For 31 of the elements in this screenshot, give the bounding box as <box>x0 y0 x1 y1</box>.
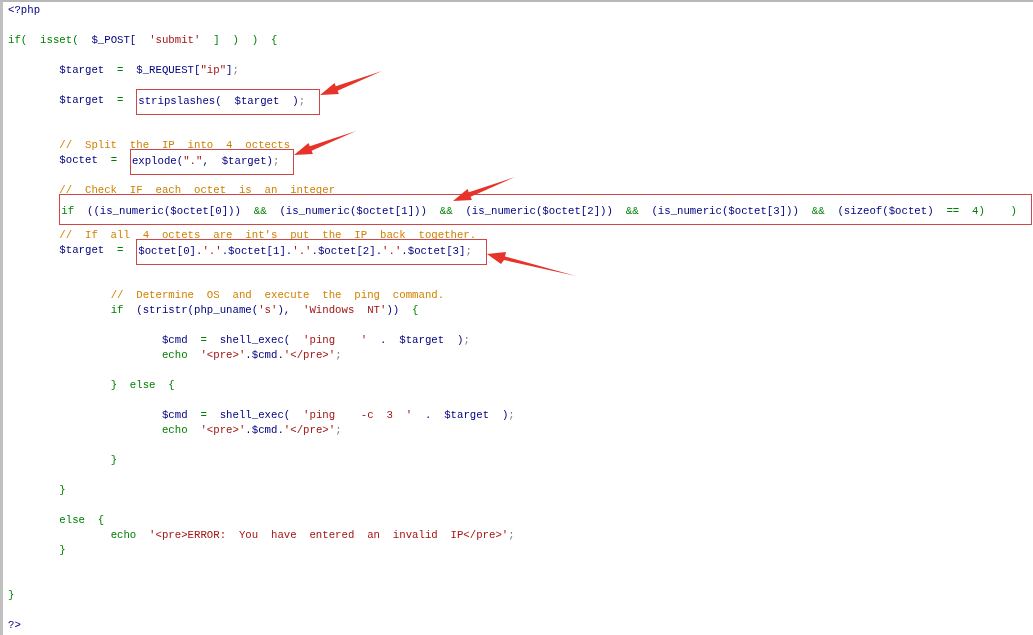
annotation-arrow <box>294 131 358 156</box>
code-text: (is_numeric($octet[2])) && (is_numeric($octet[3])) && (sizeof($octet) == 4) ) <box>465 205 1017 217</box>
code-line: echo '<pre>'.$cmd.'</pre>'; <box>161 348 342 363</box>
code-line: } else { <box>110 378 175 393</box>
code-line: } <box>110 453 118 468</box>
code-line: $cmd = shell_exec( 'ping -c 3 ' . $target ); <box>161 408 515 423</box>
code-line: <?php <box>8 3 41 18</box>
code-line: $cmd = shell_exec( 'ping ' . $target ); <box>161 333 470 348</box>
code-line: $target = $_REQUEST["ip"]; <box>59 63 239 78</box>
code-line: } <box>8 588 15 603</box>
code-line: } <box>59 543 66 558</box>
code-text: $target = <box>59 243 124 258</box>
code-line: else { <box>59 513 105 528</box>
annotation-arrow <box>320 71 384 96</box>
annotation-arrow <box>452 177 516 202</box>
code-text: if ((is_numeric($octet[0])) && (is_numeric($octet[1])) && <box>61 205 453 217</box>
code-line: } <box>59 483 66 498</box>
code-line: ?> <box>8 618 21 633</box>
code-text: stripslashes( $target ); <box>138 95 306 107</box>
code-text: $target = <box>59 93 124 108</box>
code-line: if (stristr(php_uname('s'), 'Windows NT')) { <box>110 303 419 318</box>
code-text: $octet[0].'.'.$octet[1].'.'.$octet[2].'.'.$octet[3]; <box>138 245 472 257</box>
code-line: // Split the IP into 4 octects <box>59 138 291 153</box>
code-text: explode(".", $target); <box>131 155 280 167</box>
code-line: if( isset( $_POST[ 'submit' ] ) ) { <box>8 33 278 48</box>
code-line: echo '<pre>ERROR: You have entered an invalid IP</pre>'; <box>110 528 515 543</box>
code-line: echo '<pre>'.$cmd.'</pre>'; <box>161 423 342 438</box>
code-line: // Check IF each octet is an integer <box>59 183 336 198</box>
code-line: // Determine OS and execute the ping command. <box>110 288 445 303</box>
code-line: // If all 4 octets are int's put the IP back together. <box>59 228 477 243</box>
code-text: $octet = <box>59 153 119 168</box>
